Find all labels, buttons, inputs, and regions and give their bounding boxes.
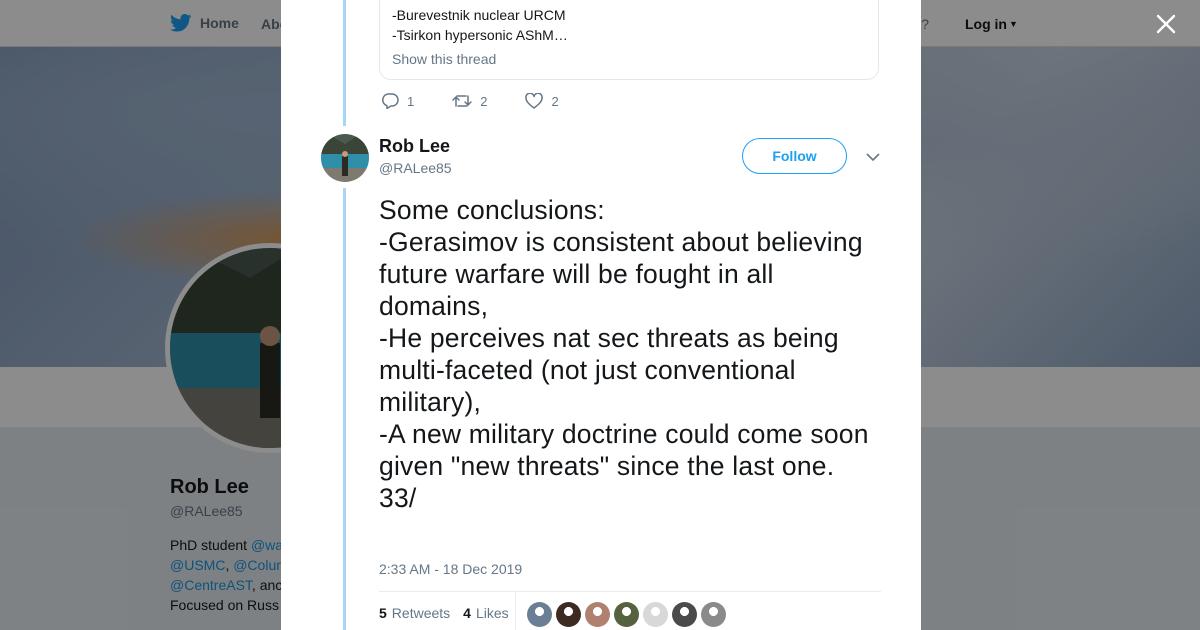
likes-stat[interactable]: 4 Likes <box>463 605 508 621</box>
previous-tweet-card[interactable]: -Burevestnik nuclear URCM -Tsirkon hyper… <box>379 0 879 80</box>
like-button[interactable]: 2 <box>525 93 559 109</box>
retweets-stat[interactable]: 5 Retweets <box>379 605 450 621</box>
liker-avatar-7[interactable] <box>701 602 726 627</box>
show-thread-link[interactable]: Show this thread <box>392 51 496 67</box>
thread-connector-line <box>343 188 346 630</box>
liker-avatars <box>527 602 730 627</box>
heart-icon <box>525 93 544 109</box>
thread-connector-line <box>343 0 346 126</box>
retweets-count: 5 <box>379 605 387 621</box>
liker-avatar-4[interactable] <box>614 602 639 627</box>
retweets-label: Retweets <box>391 605 451 621</box>
retweet-icon <box>452 95 472 107</box>
quoted-line: -Burevestnik nuclear URCM <box>392 7 566 23</box>
liker-avatar-2[interactable] <box>556 602 581 627</box>
tweet-text: Some conclusions: -Gerasimov is consiste… <box>379 195 869 513</box>
stats-separator <box>515 592 516 630</box>
liker-avatar-1[interactable] <box>527 602 552 627</box>
close-icon[interactable] <box>1154 12 1178 36</box>
reply-count: 1 <box>407 93 415 109</box>
author-name[interactable]: Rob Lee <box>379 136 450 157</box>
liker-avatar-6[interactable] <box>672 602 697 627</box>
follow-button[interactable]: Follow <box>742 138 847 174</box>
author-avatar-photo <box>321 134 369 182</box>
retweet-button[interactable]: 2 <box>452 93 487 109</box>
tweet-modal: -Burevestnik nuclear URCM -Tsirkon hyper… <box>281 0 921 630</box>
likes-label: Likes <box>475 605 509 621</box>
stats-divider <box>379 591 881 592</box>
liker-avatar-3[interactable] <box>585 602 610 627</box>
chevron-down-icon[interactable] <box>865 150 881 164</box>
reply-button[interactable]: 1 <box>381 93 414 109</box>
tweet-timestamp[interactable]: 2:33 AM - 18 Dec 2019 <box>379 561 522 577</box>
retweet-count: 2 <box>480 93 488 109</box>
reply-icon <box>381 93 399 109</box>
like-count: 2 <box>551 93 559 109</box>
author-handle[interactable]: @RALee85 <box>379 160 452 176</box>
liker-avatar-5[interactable] <box>643 602 668 627</box>
tweet-stats: 5 Retweets 4 Likes <box>379 605 522 621</box>
quoted-line: -Tsirkon hypersonic AShM… <box>392 27 568 43</box>
likes-count: 4 <box>463 605 471 621</box>
previous-tweet-actions: 1 2 2 <box>381 93 597 109</box>
author-avatar[interactable] <box>321 134 369 182</box>
